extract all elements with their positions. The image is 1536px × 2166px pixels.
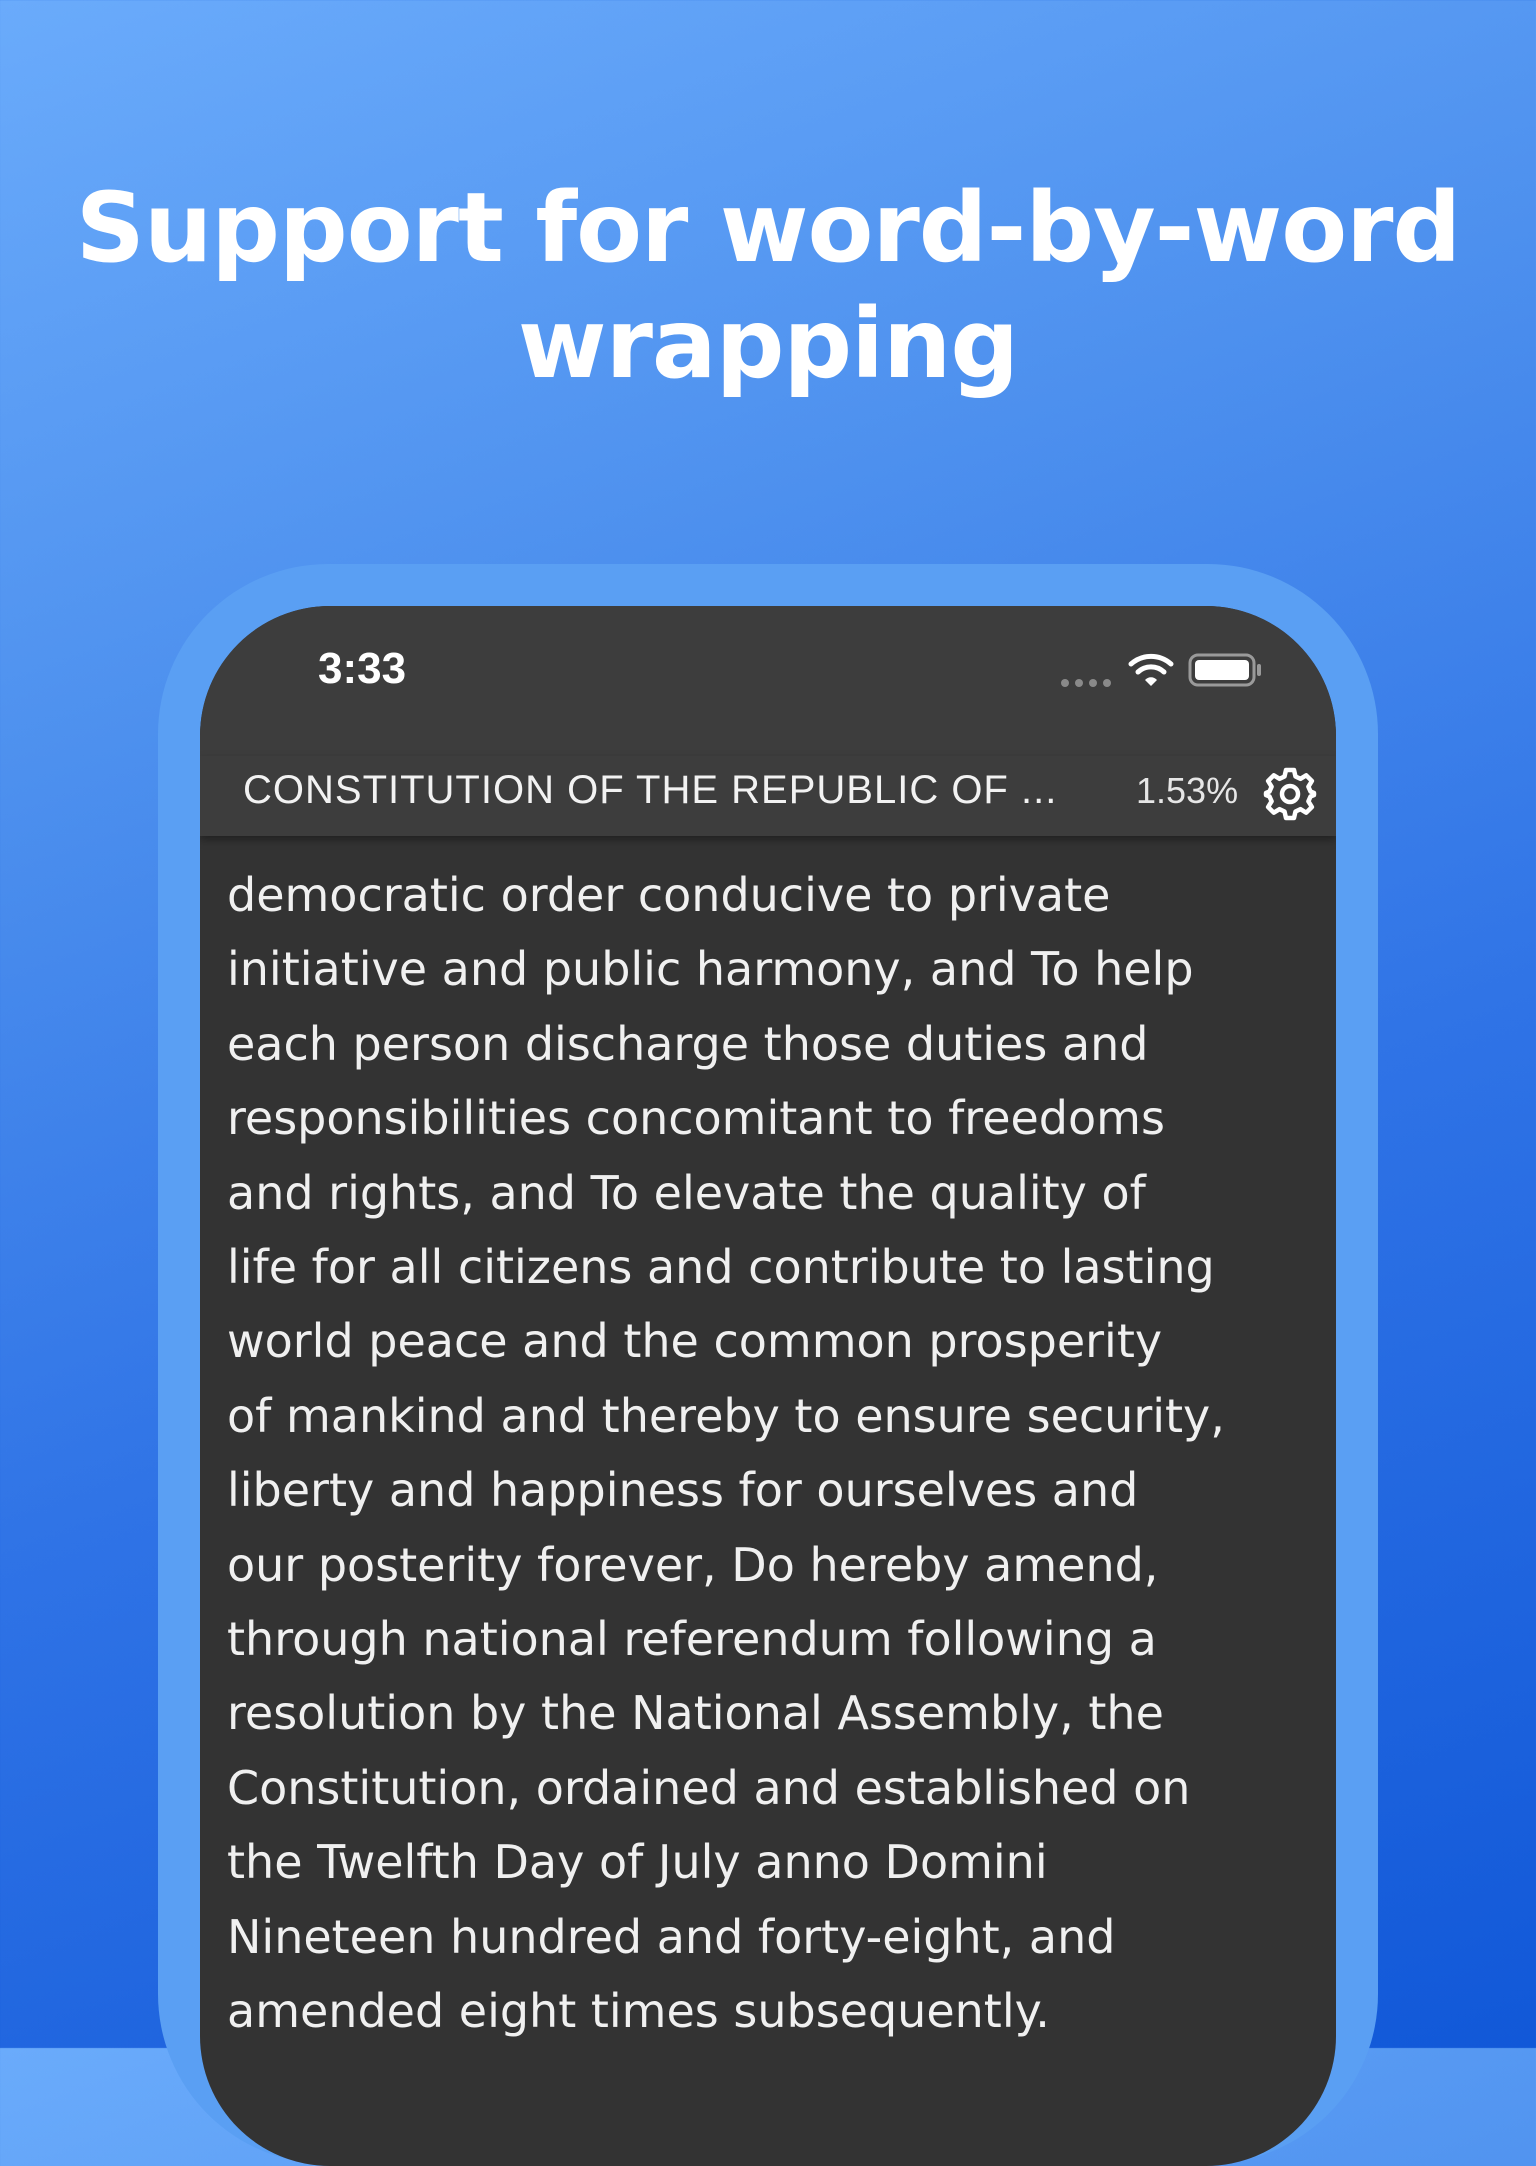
document-title[interactable]: CONSTITUTION OF THE REPUBLIC OF ... (243, 768, 1056, 813)
reader-line: of mankind and thereby to ensure securit… (227, 1388, 1225, 1443)
reader-line: democratic order conducive to private (227, 868, 1111, 922)
device-screen: 3:33 CONSTITUTION OF THE REPUBLIC OF ...… (200, 606, 1336, 2166)
reader-line: the Twelfth Day of July anno Domini (227, 1835, 1048, 1890)
battery-icon (1188, 653, 1261, 687)
reader-line: and rights, and To elevate the quality o… (227, 1165, 1146, 1220)
reading-progress: 1.53% (1136, 770, 1239, 811)
reader-line: through national referendum following a (227, 1612, 1157, 1667)
reader-line: Nineteen hundred and forty-eight, and (227, 1909, 1116, 1964)
gear-icon[interactable] (1262, 766, 1318, 822)
headline-line-2: wrapping (517, 288, 1019, 400)
headline-line-1: Support for word-by-word (75, 172, 1461, 284)
reader-line: our posterity forever, Do hereby amend, (227, 1537, 1159, 1592)
wifi-icon (1128, 653, 1174, 686)
signal-icon (1061, 679, 1111, 687)
status-time: 3:33 (318, 644, 407, 693)
reader-line: each person discharge those duties and (227, 1016, 1149, 1071)
reader-line: responsibilities concomitant to freedoms (227, 1091, 1165, 1146)
reader-line: amended eight times subsequently. (227, 1984, 1050, 2039)
headline: Support for word-by-word wrapping (0, 170, 1536, 402)
reader-line: life for all citizens and contribute to … (227, 1240, 1215, 1295)
status-bar: 3:33 (200, 606, 1336, 756)
reader-line: resolution by the National Assembly, the (227, 1686, 1164, 1741)
reader-top-bar: CONSTITUTION OF THE REPUBLIC OF ... 1.53… (200, 756, 1336, 836)
reader-line: liberty and happiness for ourselves and (227, 1463, 1139, 1518)
reader-content[interactable]: democratic order conducive to private in… (227, 858, 1317, 2049)
reader-line: world peace and the common prosperity (227, 1314, 1163, 1369)
reader-line: initiative and public harmony, and To he… (227, 942, 1194, 997)
reader-line: Constitution, ordained and established o… (227, 1760, 1191, 1815)
